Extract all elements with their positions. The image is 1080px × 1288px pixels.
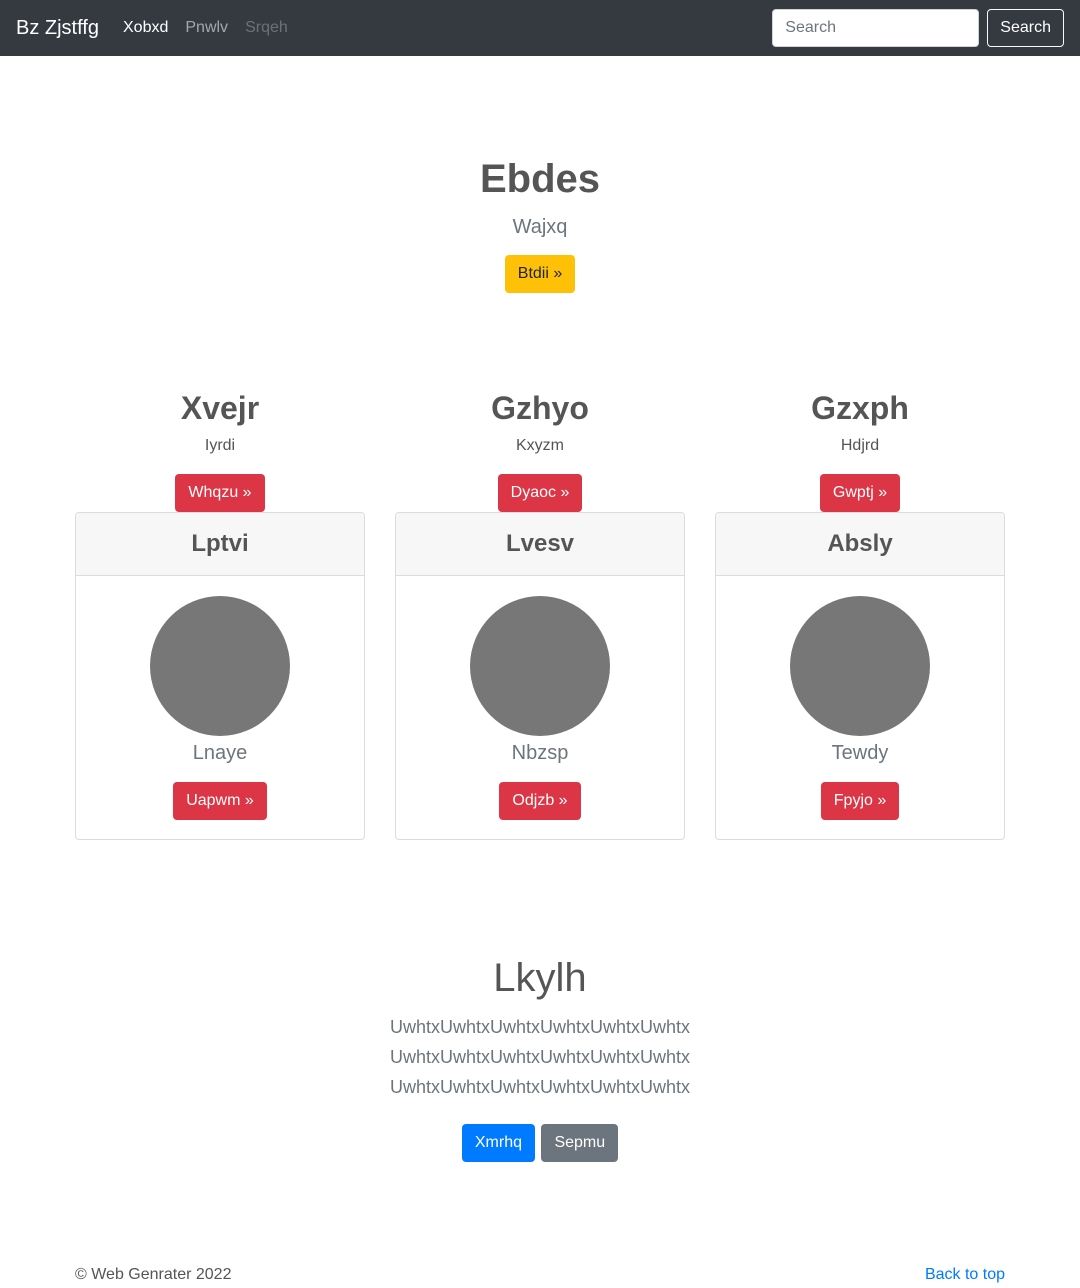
feature-text: Iyrdi	[204, 437, 236, 454]
about-line: UwhtxUwhtxUwhtxUwhtxUwhtxUwhtx	[389, 1077, 691, 1097]
nav-link-xobxd[interactable]: Xobxd	[123, 19, 168, 37]
feature-button[interactable]: Whqzu »	[175, 474, 265, 512]
feature-button[interactable]: Dyaoc »	[497, 474, 583, 512]
feature-button[interactable]: Gwptj »	[819, 474, 901, 512]
about-buttons: Xmrhq Sepmu	[0, 1124, 1080, 1162]
hero-title: Ebdes	[479, 157, 601, 201]
card-header: Lvesv	[396, 513, 684, 576]
nav-link-srqeh: Srqeh	[245, 19, 288, 36]
hero-lead: Wajxq	[512, 216, 568, 238]
secondary-button[interactable]: Sepmu	[541, 1124, 619, 1162]
feature-title: Gzxph	[811, 390, 909, 426]
back-to-top-link[interactable]: Back to top	[925, 1266, 1005, 1284]
footer: © Web Genrater 2022 Back to top	[75, 1266, 1005, 1284]
card-body: Lnaye Uapwm »	[76, 576, 364, 820]
card-text: Tewdy	[831, 742, 889, 764]
avatar-placeholder	[150, 596, 290, 736]
card: Lptvi Lnaye Uapwm »	[75, 512, 365, 840]
feature-title: Xvejr	[180, 390, 260, 426]
card-body: Tewdy Fpyjo »	[716, 576, 1004, 820]
cards-row: Lptvi Lnaye Uapwm » Lvesv Nbzsp Odjzb » …	[75, 512, 1005, 840]
search-input[interactable]	[772, 9, 980, 47]
card-header: Lptvi	[76, 513, 364, 576]
card: Lvesv Nbzsp Odjzb »	[395, 512, 685, 840]
search-button[interactable]: Search	[987, 9, 1064, 47]
avatar-placeholder	[470, 596, 610, 736]
navbar: Bz Zjstffg Xobxd Pnwlv Srqeh Search	[0, 0, 1080, 56]
about-section: Lkylh UwhtxUwhtxUwhtxUwhtxUwhtxUwhtx Uwh…	[0, 954, 1080, 1162]
card-button[interactable]: Uapwm »	[173, 782, 267, 820]
feature-text: Hdjrd	[840, 437, 880, 454]
feature-column: Gzhyo Kxyzm Dyaoc »	[395, 388, 685, 512]
brand-link[interactable]: Bz Zjstffg	[16, 17, 99, 40]
nav-link-pnwlv[interactable]: Pnwlv	[185, 19, 228, 37]
about-title: Lkylh	[493, 956, 587, 1000]
primary-button[interactable]: Xmrhq	[461, 1124, 535, 1162]
search-form: Search	[772, 9, 1064, 47]
hero-section: Ebdes Wajxq Btdii »	[0, 56, 1080, 293]
card-button[interactable]: Odjzb »	[499, 782, 581, 820]
feature-title: Gzhyo	[491, 390, 589, 426]
about-line: UwhtxUwhtxUwhtxUwhtxUwhtxUwhtx	[389, 1017, 691, 1037]
about-text: UwhtxUwhtxUwhtxUwhtxUwhtxUwhtx UwhtxUwht…	[0, 1012, 1080, 1102]
copyright-text: © Web Genrater 2022	[75, 1266, 232, 1283]
feature-text: Kxyzm	[516, 437, 564, 454]
hero-button[interactable]: Btdii »	[504, 255, 576, 293]
feature-column: Gzxph Hdjrd Gwptj »	[715, 388, 1005, 512]
card: Absly Tewdy Fpyjo »	[715, 512, 1005, 840]
feature-column: Xvejr Iyrdi Whqzu »	[75, 388, 365, 512]
about-line: UwhtxUwhtxUwhtxUwhtxUwhtxUwhtx	[389, 1047, 691, 1067]
card-header: Absly	[716, 513, 1004, 576]
card-button[interactable]: Fpyjo »	[820, 782, 900, 820]
card-text: Nbzsp	[511, 742, 569, 764]
card-body: Nbzsp Odjzb »	[396, 576, 684, 820]
features-row: Xvejr Iyrdi Whqzu » Gzhyo Kxyzm Dyaoc » …	[75, 388, 1005, 512]
avatar-placeholder	[790, 596, 930, 736]
card-text: Lnaye	[192, 742, 248, 764]
